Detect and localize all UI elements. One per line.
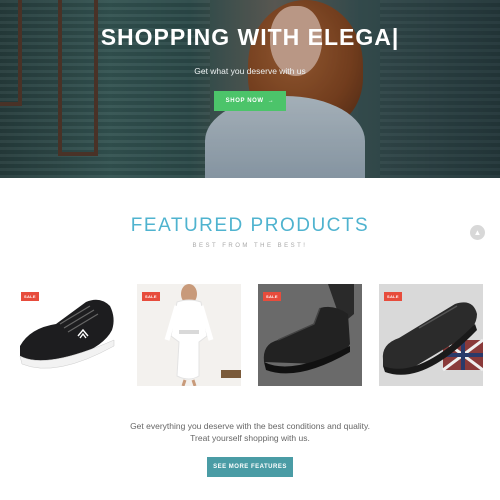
product-card-dress[interactable]: SALE [137, 284, 241, 386]
hero-subtitle: Get what you deserve with us [194, 66, 306, 76]
hero-title: SHOPPING WITH ELEGA| [100, 24, 400, 50]
sale-badge: SALE [384, 292, 402, 301]
product-card-sneaker[interactable]: SALE [16, 284, 120, 386]
product-card-boot[interactable]: SALE [258, 284, 362, 386]
sale-badge: SALE [142, 292, 160, 301]
shop-now-button[interactable]: SHOP NOW → [214, 91, 286, 111]
sale-badge: SALE [263, 292, 281, 301]
shop-now-label: SHOP NOW [225, 98, 264, 104]
product-card-loafer[interactable]: SALE [379, 284, 483, 386]
see-more-features-button[interactable]: SEE MORE FEATURES [207, 457, 293, 477]
hero-banner: SHOPPING WITH ELEGA| Get what you deserv… [0, 0, 500, 178]
arrow-right-icon: → [267, 98, 275, 104]
sale-badge: SALE [21, 292, 39, 301]
featured-subtitle: BEST FROM THE BEST! [192, 243, 308, 249]
featured-title: FEATURED PRODUCTS [130, 215, 370, 236]
scroll-top-icon[interactable]: ▲ [470, 225, 485, 240]
featured-description: Get everything you deserve with the best… [130, 421, 370, 443]
